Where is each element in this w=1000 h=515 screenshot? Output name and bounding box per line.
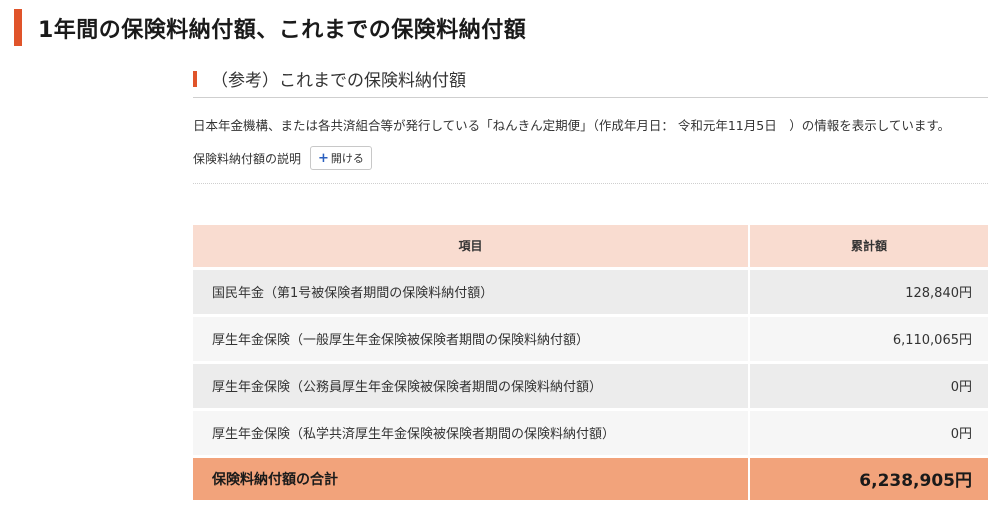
total-row: 保険料納付額の合計 6,238,905円: [193, 456, 988, 500]
dotted-divider: [193, 183, 988, 184]
table-row: 厚生年金保険（公務員厚生年金保険被保険者期間の保険料納付額） 0円: [193, 362, 988, 411]
table-row: 厚生年金保険（一般厚生年金保険被保険者期間の保険料納付額） 6,110,065円: [193, 315, 988, 364]
total-value: 6,238,905円: [749, 456, 988, 500]
plus-icon: +: [318, 150, 329, 166]
row-value: 0円: [749, 362, 988, 411]
row-label: 厚生年金保険（一般厚生年金保険被保険者期間の保険料納付額）: [193, 315, 750, 364]
row-label: 厚生年金保険（公務員厚生年金保険被保険者期間の保険料納付額）: [193, 362, 750, 411]
header-item: 項目: [193, 225, 750, 270]
row-value: 6,110,065円: [749, 315, 988, 364]
reference-section: （参考）これまでの保険料納付額 日本年金機構、または各共済組合等が発行している「…: [193, 60, 988, 184]
row-value: 128,840円: [749, 268, 988, 317]
table-row: 国民年金（第1号被保険者期間の保険料納付額） 128,840円: [193, 268, 988, 317]
row-label: 国民年金（第1号被保険者期間の保険料納付額）: [193, 268, 750, 317]
open-button-label: 開ける: [330, 152, 364, 165]
page-header: 1年間の保険料納付額、これまでの保険料納付額: [14, 9, 526, 46]
page-header-accent-bar: [14, 9, 22, 46]
table-header-row: 項目 累計額: [193, 225, 988, 270]
section-accent-mark: [193, 70, 197, 87]
total-label: 保険料納付額の合計: [193, 456, 750, 500]
section-title: （参考）これまでの保険料納付額: [211, 71, 466, 91]
row-value: 0円: [749, 409, 988, 458]
explain-row: 保険料納付額の説明 + 開ける: [193, 145, 988, 171]
table-row: 厚生年金保険（私学共済厚生年金保険被保険者期間の保険料納付額） 0円: [193, 409, 988, 458]
open-explanation-button[interactable]: + 開ける: [310, 146, 372, 170]
contribution-table: 項目 累計額 国民年金（第1号被保険者期間の保険料納付額） 128,840円 厚…: [193, 225, 988, 500]
row-label: 厚生年金保険（私学共済厚生年金保険被保険者期間の保険料納付額）: [193, 409, 750, 458]
header-total: 累計額: [749, 225, 988, 270]
explain-label: 保険料納付額の説明: [193, 151, 302, 166]
section-description: 日本年金機構、または各共済組合等が発行している「ねんきん定期便」（作成年月日： …: [193, 118, 951, 133]
page-title: 1年間の保険料納付額、これまでの保険料納付額: [38, 17, 527, 43]
section-header: （参考）これまでの保険料納付額: [193, 60, 988, 98]
